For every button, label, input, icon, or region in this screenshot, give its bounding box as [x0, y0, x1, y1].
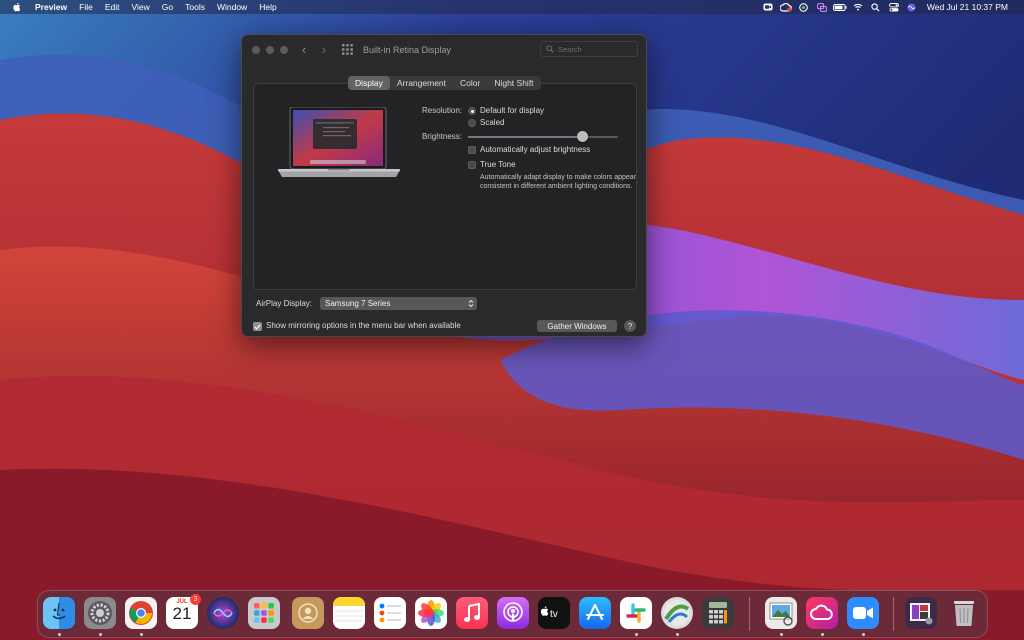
control-center-icon[interactable]: [885, 2, 903, 12]
option-scaled[interactable]: Scaled: [480, 118, 504, 127]
music-icon[interactable]: [456, 597, 488, 629]
siri-icon[interactable]: [903, 2, 921, 12]
preview-running-dot: [780, 633, 783, 636]
menu-window[interactable]: Window: [211, 0, 253, 14]
creative-cloud-app-icon[interactable]: [806, 597, 838, 629]
siri-icon[interactable]: [207, 597, 239, 629]
tab-display[interactable]: Display: [348, 76, 390, 90]
notes-icon[interactable]: [333, 597, 365, 629]
system-preferences-icon[interactable]: [84, 597, 116, 629]
radio-scaled[interactable]: [468, 119, 476, 127]
apple-tv-icon[interactable]: tv: [538, 597, 570, 629]
true-tone-checkbox[interactable]: [468, 161, 476, 169]
window-titlebar[interactable]: ‹ › Built-in Retina Display Search: [242, 35, 646, 64]
trash-icon[interactable]: [948, 597, 980, 629]
help-button[interactable]: ?: [624, 320, 636, 332]
radio-default-for-display[interactable]: [468, 107, 476, 115]
network-radar-icon[interactable]: [661, 597, 693, 629]
tab-bar: Display Arrangement Color Night Shift: [348, 76, 541, 90]
menu-file[interactable]: File: [73, 0, 99, 14]
display-preferences-window: ‹ › Built-in Retina Display Search Displ…: [241, 34, 647, 337]
screen-mirror-icon[interactable]: [813, 2, 831, 12]
slack-running-dot: [635, 633, 638, 636]
chrome-running-dot: [140, 633, 143, 636]
mirroring-options-checkbox[interactable]: [253, 322, 262, 331]
airplay-display-value: Samsung 7 Series: [325, 299, 391, 308]
search-input[interactable]: Search: [540, 41, 638, 57]
reminders-icon[interactable]: [374, 597, 406, 629]
finder-icon[interactable]: [43, 597, 75, 629]
network-radar-running-dot: [676, 633, 679, 636]
launchpad-icon[interactable]: [248, 597, 280, 629]
menu-help[interactable]: Help: [253, 0, 282, 14]
search-placeholder: Search: [558, 44, 582, 54]
airplay-display-select[interactable]: Samsung 7 Series: [320, 297, 477, 310]
option-default-for-display[interactable]: Default for display: [480, 106, 544, 115]
zoom-button[interactable]: [280, 45, 288, 54]
brightness-slider-knob[interactable]: [576, 131, 588, 142]
svg-text:tv: tv: [550, 609, 558, 620]
menu-go[interactable]: Go: [156, 0, 179, 14]
dock-separator: [749, 597, 750, 631]
calendar-icon[interactable]: JUL 21 3: [166, 594, 201, 629]
dock: JUL 21 3 tv: [37, 590, 988, 638]
menu-tools[interactable]: Tools: [179, 0, 211, 14]
creative-cloud-icon[interactable]: [777, 2, 795, 12]
window-title: Built-in Retina Display: [363, 44, 452, 55]
show-all-grid-icon[interactable]: [342, 44, 353, 55]
brightness-slider[interactable]: [468, 136, 618, 138]
zoom-icon[interactable]: [759, 3, 777, 11]
tab-color[interactable]: Color: [453, 76, 487, 90]
back-arrow-icon[interactable]: ‹: [298, 35, 310, 64]
checkmark-icon: [254, 324, 261, 330]
menu-bar: Preview File Edit View Go Tools Window H…: [0, 0, 1024, 14]
auto-brightness-checkbox[interactable]: [468, 146, 476, 154]
app-store-icon[interactable]: [579, 597, 611, 629]
creative-cloud-running-dot: [821, 633, 824, 636]
minimize-button[interactable]: [266, 45, 274, 54]
calendar-day: 21: [172, 604, 192, 623]
calendar-badge: 3: [190, 594, 201, 605]
airplay-display-label: AirPlay Display:: [256, 299, 313, 308]
system-preferences-running-dot: [99, 633, 102, 636]
preview-icon[interactable]: [765, 597, 797, 629]
forward-arrow-icon[interactable]: ›: [318, 35, 330, 64]
finder-running-dot: [58, 633, 61, 636]
menu-view[interactable]: View: [126, 0, 156, 14]
menu-edit[interactable]: Edit: [99, 0, 126, 14]
tab-night-shift[interactable]: Night Shift: [487, 76, 540, 90]
search-icon: [546, 45, 554, 53]
true-tone-description: Automatically adapt display to make colo…: [480, 174, 637, 190]
brightness-label: Brightness:: [421, 132, 462, 141]
true-tone-label[interactable]: True Tone: [480, 160, 516, 169]
photos-icon[interactable]: [415, 597, 447, 629]
downloads-stack-icon[interactable]: [905, 597, 937, 629]
chrome-icon[interactable]: [125, 597, 157, 629]
dock-separator-2: [893, 597, 894, 631]
tab-arrangement[interactable]: Arrangement: [390, 76, 453, 90]
slack-icon[interactable]: [620, 597, 652, 629]
zoom-running-dot: [862, 633, 865, 636]
chevron-updown-icon: [468, 299, 474, 308]
menu-app-name[interactable]: Preview: [29, 0, 73, 14]
auto-brightness-label[interactable]: Automatically adjust brightness: [480, 145, 590, 154]
zoom-app-icon[interactable]: [847, 597, 879, 629]
battery-icon[interactable]: [831, 3, 849, 11]
vpn-icon[interactable]: [795, 2, 813, 12]
close-button[interactable]: [252, 45, 260, 54]
contacts-icon[interactable]: [292, 597, 324, 629]
brightness-slider-fill: [468, 136, 582, 138]
podcasts-icon[interactable]: [497, 597, 529, 629]
gather-windows-button[interactable]: Gather Windows: [537, 320, 617, 332]
search-icon[interactable]: [867, 2, 885, 12]
menubar-clock[interactable]: Wed Jul 21 10:37 PM: [921, 0, 1014, 14]
wifi-icon[interactable]: [849, 3, 867, 11]
resolution-label: Resolution:: [421, 106, 462, 115]
calculator-icon[interactable]: [702, 597, 734, 629]
mirroring-options-label[interactable]: Show mirroring options in the menu bar w…: [266, 321, 461, 330]
macbook-illustration: [278, 107, 400, 177]
apple-menu-icon[interactable]: [0, 2, 29, 12]
